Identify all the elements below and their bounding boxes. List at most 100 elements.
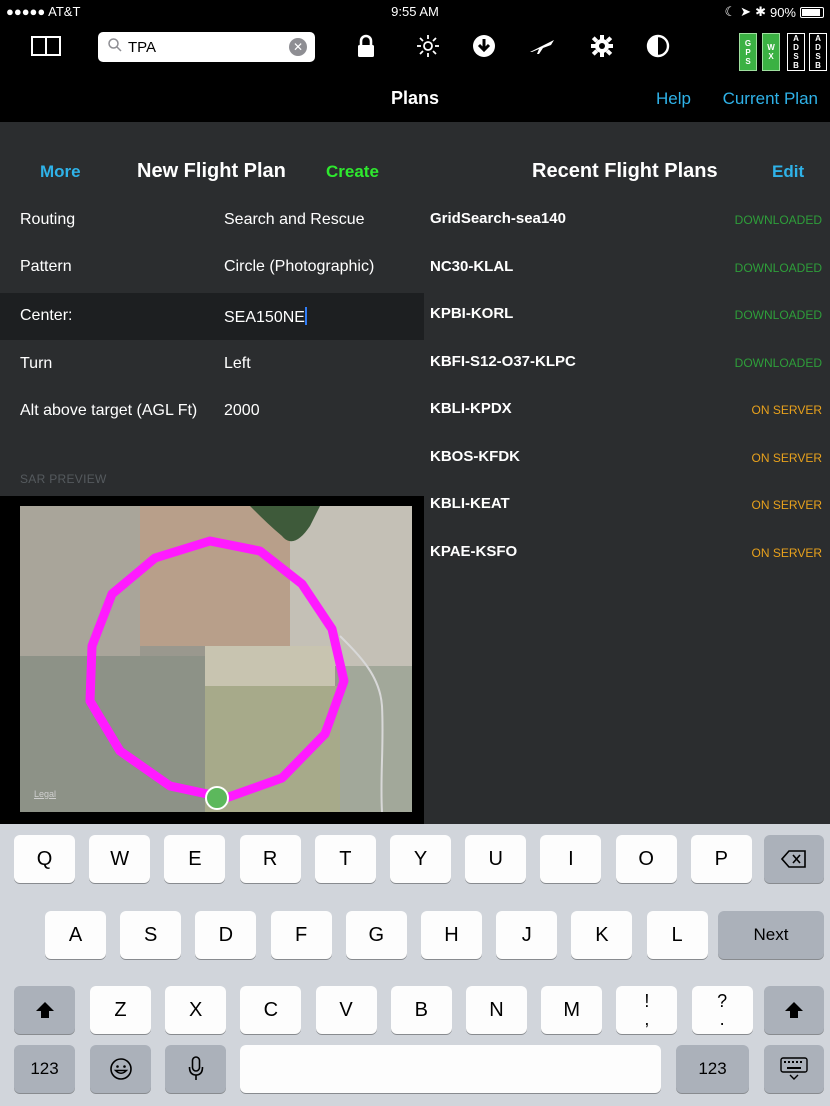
status-tile-letter: B	[793, 61, 799, 70]
contrast-icon[interactable]	[640, 30, 676, 62]
key-b[interactable]: B	[390, 986, 452, 1034]
key-y[interactable]: Y	[390, 835, 451, 883]
key-n[interactable]: N	[466, 986, 527, 1034]
adsb-status-2-tile[interactable]: ADSB	[809, 33, 827, 71]
key-a[interactable]: A	[45, 911, 106, 959]
search-input[interactable]	[128, 35, 278, 59]
gear-icon[interactable]	[584, 30, 620, 62]
shift-key-left[interactable]	[14, 986, 75, 1034]
shift-icon	[785, 1002, 803, 1018]
more-button[interactable]: More	[40, 162, 81, 182]
shift-key-right[interactable]	[764, 986, 824, 1034]
key-j[interactable]: J	[496, 911, 558, 959]
help-link[interactable]: Help	[656, 89, 691, 109]
search-icon	[108, 38, 122, 52]
routing-row[interactable]: Routing Search and Rescue	[0, 197, 424, 244]
key-p[interactable]: P	[690, 835, 752, 883]
edit-button[interactable]: Edit	[772, 162, 804, 182]
split-view-icon[interactable]	[28, 30, 64, 62]
gps-status-tile[interactable]: GPS	[739, 33, 757, 71]
turn-row[interactable]: Turn Left	[0, 341, 424, 388]
flight-plan-row[interactable]: KBLI-KPDX ON SERVER	[424, 387, 830, 434]
satellite-map	[20, 506, 412, 812]
center-row[interactable]: Center: SEA150NE	[0, 293, 424, 340]
clear-search-icon[interactable]: ✕	[289, 38, 307, 56]
battery-fill	[802, 8, 820, 16]
key-o[interactable]: O	[615, 835, 677, 883]
key-c[interactable]: C	[240, 986, 302, 1034]
key-w[interactable]: W	[89, 835, 151, 883]
altitude-label: Alt above target (AGL Ft)	[20, 402, 198, 419]
sar-preview-map[interactable]	[20, 506, 412, 812]
status-tile-letter: P	[745, 47, 751, 57]
key-k[interactable]: K	[571, 911, 633, 959]
altitude-row[interactable]: Alt above target (AGL Ft) 2000	[0, 388, 424, 435]
key-i[interactable]: I	[540, 835, 602, 883]
key-r[interactable]: R	[239, 835, 301, 883]
key-d[interactable]: D	[195, 911, 257, 959]
flight-plan-row[interactable]: NC30-KLAL DOWNLOADED	[424, 245, 830, 292]
key-z[interactable]: Z	[90, 986, 151, 1034]
key-m[interactable]: M	[541, 986, 603, 1034]
lock-icon[interactable]	[348, 30, 384, 62]
next-key[interactable]: Next	[718, 911, 824, 959]
flight-plan-row[interactable]: KBOS-KFDK ON SERVER	[424, 435, 830, 482]
status-tile-letter: D	[815, 43, 821, 52]
create-button[interactable]: Create	[326, 162, 379, 182]
brightness-icon[interactable]	[410, 30, 446, 62]
status-tile-letter: G	[744, 38, 752, 48]
adsb-status-1-tile[interactable]: ADSB	[787, 33, 805, 71]
flight-plan-row[interactable]: KPBI-KORL DOWNLOADED	[424, 292, 830, 339]
current-plan-link[interactable]: Current Plan	[723, 89, 818, 109]
pattern-label: Pattern	[20, 258, 72, 275]
flight-plan-row[interactable]: KBLI-KEAT ON SERVER	[424, 482, 830, 529]
key-glyph: ,	[644, 1009, 650, 1029]
flight-plan-name: NC30-KLAL	[430, 257, 514, 275]
key-glyph: ?	[717, 991, 728, 1011]
key-s[interactable]: S	[120, 911, 182, 959]
numbers-key-right[interactable]: 123	[676, 1045, 749, 1093]
routing-value[interactable]: Search and Rescue	[224, 211, 365, 229]
exclamation-comma-key[interactable]: !,	[616, 986, 678, 1034]
battery-icon	[800, 6, 824, 18]
status-tile-letter: X	[768, 52, 774, 61]
pattern-row[interactable]: Pattern Circle (Photographic)	[0, 244, 424, 291]
emoji-key[interactable]	[90, 1045, 151, 1093]
key-t[interactable]: T	[314, 835, 376, 883]
download-icon[interactable]	[466, 30, 502, 62]
key-glyph: !	[644, 991, 650, 1011]
wx-status-tile[interactable]: WX	[762, 33, 780, 71]
hide-keyboard-key[interactable]	[764, 1045, 824, 1093]
key-l[interactable]: L	[646, 911, 708, 959]
flight-plan-status: ON SERVER	[751, 450, 822, 465]
flight-plan-row[interactable]: GridSearch-sea140 DOWNLOADED	[424, 197, 830, 244]
turn-value[interactable]: Left	[224, 355, 251, 373]
altitude-value[interactable]: 2000	[224, 402, 260, 420]
shift-icon	[35, 1002, 54, 1018]
key-q[interactable]: Q	[14, 835, 75, 883]
key-f[interactable]: F	[270, 911, 332, 959]
search-box[interactable]: ✕	[98, 32, 315, 62]
clock: 9:55 AM	[391, 4, 439, 19]
airplane-icon[interactable]	[524, 30, 560, 62]
key-x[interactable]: X	[165, 986, 227, 1034]
flight-plan-row[interactable]: KBFI-S12-O37-KLPC DOWNLOADED	[424, 340, 830, 387]
backspace-key[interactable]	[764, 835, 824, 883]
question-period-key[interactable]: ?.	[691, 986, 753, 1034]
key-g[interactable]: G	[345, 911, 407, 959]
flight-plan-status: ON SERVER	[751, 545, 822, 560]
key-h[interactable]: H	[421, 911, 482, 959]
map-legal-link[interactable]: Legal	[34, 789, 56, 799]
flight-plan-status: DOWNLOADED	[734, 355, 822, 370]
space-key[interactable]	[240, 1045, 661, 1093]
pattern-value[interactable]: Circle (Photographic)	[224, 258, 374, 276]
center-field[interactable]: SEA150NE	[224, 307, 307, 327]
key-u[interactable]: U	[465, 835, 527, 883]
flight-plan-status: ON SERVER	[751, 498, 822, 512]
dual-key-labels: !,	[644, 992, 649, 1028]
dictation-key[interactable]	[165, 1045, 226, 1093]
flight-plan-row[interactable]: KPAE-KSFO ON SERVER	[424, 530, 830, 577]
numbers-key-left[interactable]: 123	[14, 1045, 75, 1093]
key-v[interactable]: V	[315, 986, 377, 1034]
key-e[interactable]: E	[164, 835, 226, 883]
